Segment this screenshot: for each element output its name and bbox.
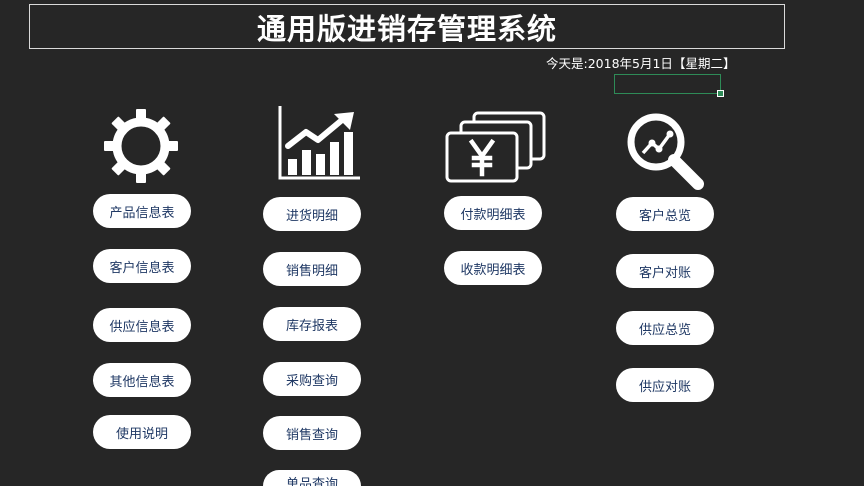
bar-chart-icon (278, 106, 360, 180)
purchase-detail-button[interactable]: 进货明细 (263, 197, 361, 231)
supplier-overview-button[interactable]: 供应总览 (616, 311, 714, 345)
supplier-reconcile-button[interactable]: 供应对账 (616, 368, 714, 402)
single-item-query-label: 单品查询 (285, 477, 338, 486)
customer-reconcile-button[interactable]: 客户对账 (616, 254, 714, 288)
single-item-query-button[interactable]: 单品查询 (263, 470, 361, 486)
customer-overview-button[interactable]: 客户总览 (616, 197, 714, 231)
today-weekday: 【星期二】 (672, 56, 736, 71)
customer-info-button[interactable]: 客户信息表 (93, 249, 191, 283)
supplier-info-button[interactable]: 供应信息表 (93, 308, 191, 342)
instructions-button[interactable]: 使用说明 (93, 415, 191, 449)
yen-bills-icon (445, 111, 546, 183)
page-title: 通用版进销存管理系统 (256, 11, 557, 46)
today-label: 今天是: (546, 56, 588, 71)
purchase-query-button[interactable]: 采购查询 (263, 362, 361, 396)
inventory-report-button[interactable]: 库存报表 (263, 307, 361, 341)
receipt-detail-button[interactable]: 收款明细表 (444, 251, 542, 285)
payment-detail-button[interactable]: 付款明细表 (444, 196, 542, 230)
product-info-button[interactable]: 产品信息表 (93, 194, 191, 228)
fill-handle[interactable] (717, 90, 724, 97)
today-date: 2018年5月1日 (587, 56, 673, 71)
gear-icon (104, 109, 178, 183)
sales-detail-button[interactable]: 销售明细 (263, 252, 361, 286)
selected-cell[interactable] (614, 74, 724, 97)
today-date-line: 今天是: 2018年5月1日 【星期二】 (546, 53, 735, 72)
sales-query-button[interactable]: 销售查询 (263, 416, 361, 450)
other-info-button[interactable]: 其他信息表 (93, 363, 191, 397)
magnifier-chart-icon (627, 113, 704, 190)
title-banner: 通用版进销存管理系统 (29, 4, 785, 49)
